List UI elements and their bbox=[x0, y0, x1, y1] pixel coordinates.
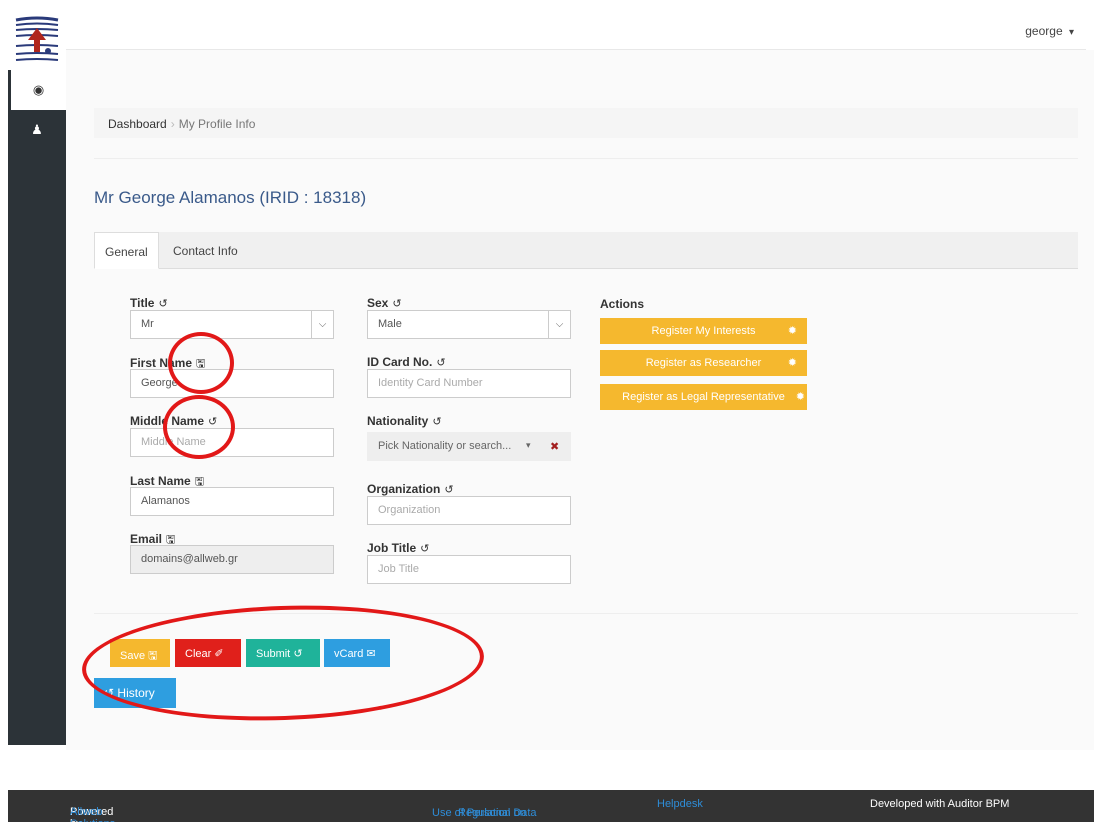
footer-regulation-link[interactable]: Regulation on Collection, Processing and… bbox=[312, 798, 552, 822]
title-select[interactable]: Mr ⌵ bbox=[130, 310, 334, 339]
last-name-input[interactable]: Alamanos bbox=[130, 487, 334, 516]
sidebar-item-profile[interactable]: ♟ bbox=[8, 110, 66, 150]
breadcrumb-separator: › bbox=[170, 117, 175, 131]
close-icon[interactable]: ✖ bbox=[550, 440, 559, 453]
gear-icon: ✹ bbox=[787, 325, 797, 337]
chevron-down-icon: ▾ bbox=[526, 440, 531, 450]
organization-input[interactable]: Organization bbox=[367, 496, 571, 525]
register-interests-button[interactable]: Register My Interests ✹ bbox=[600, 318, 807, 344]
clear-button[interactable]: Clear ✐ bbox=[175, 639, 241, 667]
sex-label: Sex ↺ bbox=[367, 296, 402, 310]
breadcrumb: Dashboard › My Profile Info bbox=[94, 108, 1078, 138]
history-icon: ↺ bbox=[392, 298, 402, 310]
history-button[interactable]: ↺ History bbox=[94, 678, 176, 708]
user-menu[interactable]: george ▾ bbox=[1025, 24, 1074, 38]
middle-name-input[interactable]: Middle Name bbox=[130, 428, 334, 457]
register-legal-representative-button[interactable]: Register as Legal Representative ✹ bbox=[600, 384, 807, 410]
first-name-input[interactable]: George bbox=[130, 369, 334, 398]
history-icon: ↺ bbox=[420, 543, 430, 555]
history-icon: ↺ bbox=[436, 357, 446, 369]
user-name: george bbox=[1025, 24, 1063, 38]
sidebar-item-dashboard[interactable]: ◉ bbox=[8, 70, 66, 110]
divider bbox=[94, 158, 1078, 159]
eraser-icon: ✐ bbox=[214, 648, 224, 660]
sex-select[interactable]: Male ⌵ bbox=[367, 310, 571, 339]
email-field: domains@allweb.gr bbox=[130, 545, 334, 574]
middle-name-label: Middle Name ↺ bbox=[130, 414, 218, 428]
save-button[interactable]: Save 🖫 bbox=[110, 639, 170, 667]
footer-company-link[interactable]: Allweb Solutions S.A. bbox=[70, 806, 115, 822]
actions-heading: Actions bbox=[600, 297, 645, 311]
chevron-down-icon: ▾ bbox=[1068, 27, 1074, 38]
history-icon: ↺ bbox=[444, 484, 454, 496]
history-icon: ↺ bbox=[293, 648, 303, 660]
envelope-icon: ✉ bbox=[366, 648, 376, 660]
chevron-down-icon: ⌵ bbox=[311, 311, 333, 338]
gear-icon: ✹ bbox=[787, 357, 797, 369]
tab-bar: General Contact Info bbox=[94, 232, 1078, 269]
submit-button[interactable]: Submit ↺ bbox=[246, 639, 320, 667]
footer-developed-with: Developed with Auditor BPM bbox=[870, 798, 1010, 810]
save-icon: 🖫 bbox=[148, 650, 158, 662]
divider bbox=[94, 613, 1078, 614]
page-title: Mr George Alamanos (IRID : 18318) bbox=[94, 188, 367, 207]
vcard-button[interactable]: vCard ✉ bbox=[324, 639, 390, 667]
app-logo[interactable] bbox=[8, 8, 66, 70]
tab-contact-info[interactable]: Contact Info bbox=[163, 232, 248, 269]
nationality-select[interactable]: Pick Nationality or search... ▾ ✖ bbox=[367, 432, 571, 461]
title-label: Title ↺ bbox=[130, 296, 168, 310]
top-bar: george ▾ bbox=[66, 8, 1086, 50]
dashboard-icon: ◉ bbox=[32, 82, 45, 97]
nationality-label: Nationality ↺ bbox=[367, 414, 442, 428]
breadcrumb-current: My Profile Info bbox=[178, 117, 256, 131]
gear-icon: ✹ bbox=[795, 391, 805, 403]
tab-general[interactable]: General bbox=[94, 232, 159, 269]
id-card-input[interactable]: Identity Card Number bbox=[367, 369, 571, 398]
job-title-label: Job Title ↺ bbox=[367, 541, 430, 555]
chevron-down-icon: ⌵ bbox=[548, 311, 570, 338]
history-icon: ↺ bbox=[104, 686, 115, 700]
footer: Powered by Allweb Solutions S.A. Regulat… bbox=[8, 790, 1094, 822]
history-icon: ↺ bbox=[432, 416, 442, 428]
logo-icon bbox=[15, 16, 59, 61]
job-title-input[interactable]: Job Title bbox=[367, 555, 571, 584]
history-icon: ↺ bbox=[208, 416, 218, 428]
register-researcher-button[interactable]: Register as Researcher ✹ bbox=[600, 350, 807, 376]
breadcrumb-dashboard[interactable]: Dashboard bbox=[108, 117, 167, 131]
footer-helpdesk-link[interactable]: Helpdesk bbox=[657, 798, 703, 810]
sidebar: ◉ ♟ bbox=[8, 8, 66, 745]
organization-label: Organization ↺ bbox=[367, 482, 454, 496]
user-icon: ♟ bbox=[31, 122, 43, 137]
id-card-label: ID Card No. ↺ bbox=[367, 355, 446, 369]
history-icon: ↺ bbox=[158, 298, 168, 310]
page: ◉ ♟ george ▾ Dashboard › My Profile Info M… bbox=[0, 0, 1094, 822]
